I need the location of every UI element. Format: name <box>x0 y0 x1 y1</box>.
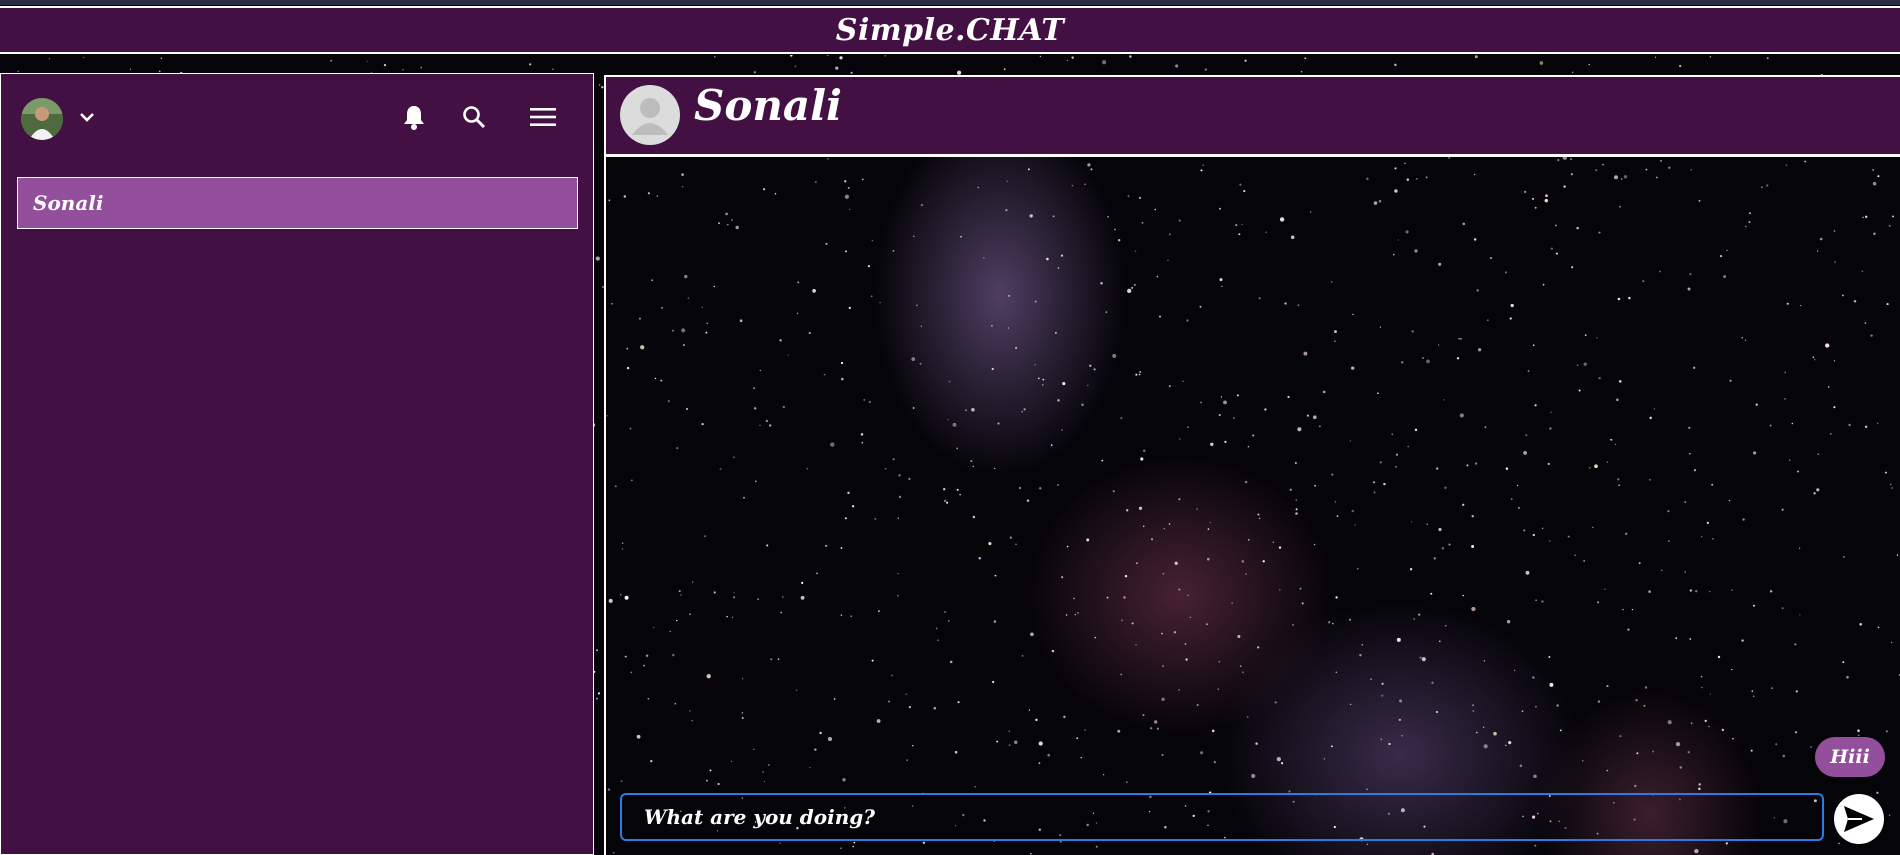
user-avatar[interactable] <box>21 98 63 140</box>
user-avatar-photo <box>21 98 63 140</box>
sidebar: Sonali <box>0 73 594 855</box>
peer-name: Sonali <box>694 81 843 130</box>
search-icon[interactable] <box>459 102 489 132</box>
send-icon <box>1844 806 1874 832</box>
bell-icon[interactable] <box>399 102 429 132</box>
message-input[interactable] <box>620 793 1824 841</box>
default-avatar-icon <box>620 85 680 145</box>
send-button[interactable] <box>1834 794 1884 844</box>
contact-item-sonali[interactable]: Sonali <box>17 177 578 229</box>
contact-label: Sonali <box>33 191 104 215</box>
message-bubble-sent: Hiii <box>1815 737 1885 777</box>
menu-icon[interactable] <box>528 102 558 132</box>
chevron-down-icon[interactable] <box>77 107 97 127</box>
chat-header: Sonali <box>604 75 1900 157</box>
sidebar-toolbar <box>1 74 593 164</box>
app-header: Simple.CHAT <box>0 6 1900 54</box>
app-title: Simple.CHAT <box>835 12 1065 48</box>
window-top-strip <box>0 0 1900 5</box>
chat-messages-area <box>604 157 1900 855</box>
message-text: Hiii <box>1830 746 1870 768</box>
